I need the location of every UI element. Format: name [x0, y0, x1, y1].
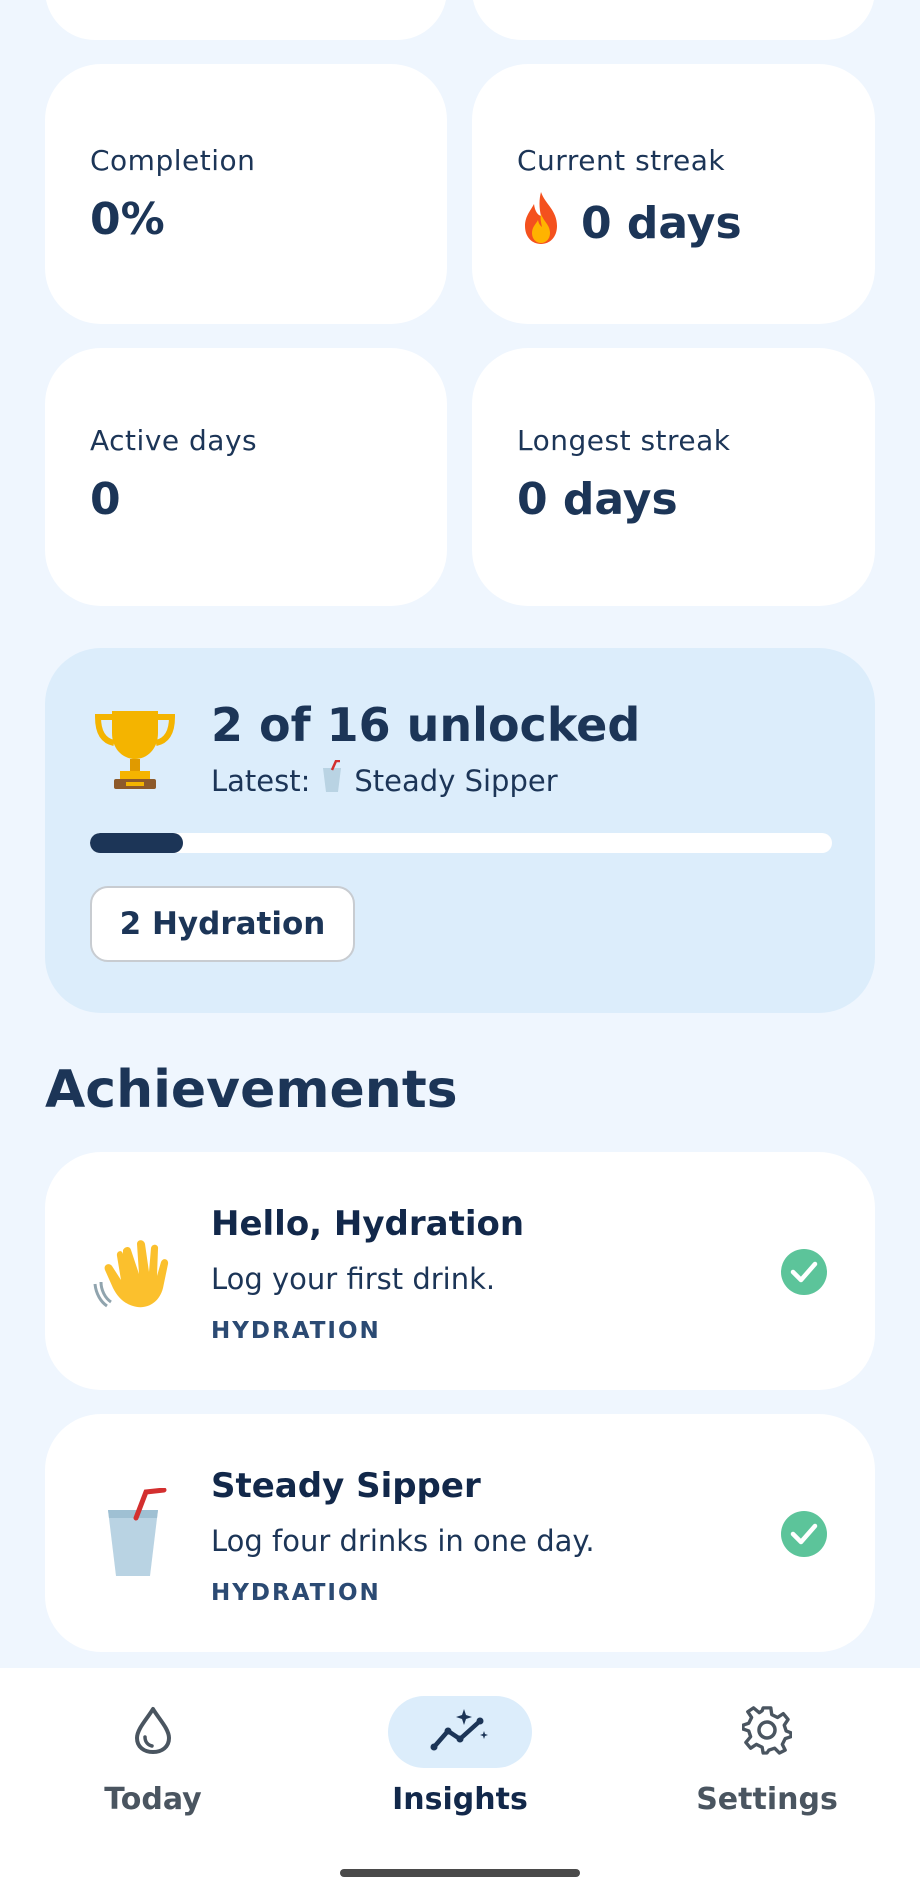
stat-card-longest-streak: Longest streak 0 days — [472, 348, 875, 606]
latest-prefix: Latest: — [211, 763, 311, 798]
cup-with-straw-icon — [320, 759, 344, 801]
nav-item-settings[interactable]: Settings — [667, 1696, 867, 1846]
nav-label-today: Today — [104, 1782, 202, 1817]
completion-label: Completion — [90, 144, 256, 177]
unlock-progress-fill — [90, 833, 183, 853]
waving-hand-icon — [90, 1222, 180, 1322]
longest-streak-label: Longest streak — [517, 424, 731, 457]
nav-item-insights[interactable]: Insights — [360, 1696, 560, 1846]
nav-item-today[interactable]: Today — [53, 1696, 253, 1846]
achievement-card-steady-sipper[interactable]: Steady Sipper Log four drinks in one day… — [45, 1414, 875, 1652]
gear-icon — [741, 1705, 793, 1759]
fire-icon — [517, 190, 565, 257]
water-drop-icon — [131, 1705, 175, 1759]
latest-achievement-row: Latest: Steady Sipper — [211, 759, 558, 801]
achievements-heading: Achievements — [45, 1060, 458, 1120]
latest-achievement-name: Steady Sipper — [354, 763, 558, 798]
stat-card-partial-left — [45, 0, 447, 40]
stat-card-partial-right — [472, 0, 875, 40]
completion-value: 0% — [90, 194, 165, 245]
nav-pill-today — [81, 1696, 225, 1768]
achievement-category: HYDRATION — [211, 1318, 381, 1344]
insights-chart-icon — [428, 1707, 492, 1757]
current-streak-value: 0 days — [581, 198, 742, 249]
achievement-card-hello-hydration[interactable]: Hello, Hydration Log your first drink. H… — [45, 1152, 875, 1390]
achievement-description: Log your first drink. — [211, 1262, 496, 1296]
check-circle-icon — [781, 1511, 827, 1557]
current-streak-label: Current streak — [517, 144, 726, 177]
unlocked-count-title: 2 of 16 unlocked — [211, 698, 641, 752]
home-indicator[interactable] — [340, 1869, 580, 1877]
achievement-title: Hello, Hydration — [211, 1204, 525, 1244]
unlock-progress-bar — [90, 833, 832, 853]
nav-label-settings: Settings — [696, 1782, 838, 1817]
bottom-navigation: Today Insights Settings — [0, 1668, 920, 1901]
current-streak-value-row: 0 days — [517, 190, 742, 257]
achievement-category: HYDRATION — [211, 1580, 381, 1606]
achievement-title: Steady Sipper — [211, 1466, 481, 1506]
achievement-description: Log four drinks in one day. — [211, 1524, 595, 1558]
stat-card-completion: Completion 0% — [45, 64, 447, 324]
longest-streak-value: 0 days — [517, 474, 678, 525]
nav-label-insights: Insights — [392, 1782, 528, 1817]
category-chip-hydration[interactable]: 2 Hydration — [90, 886, 355, 962]
nav-pill-insights — [388, 1696, 532, 1768]
stat-card-active-days: Active days 0 — [45, 348, 447, 606]
trophy-icon — [90, 703, 180, 797]
cup-with-straw-icon — [90, 1484, 180, 1584]
active-days-value: 0 — [90, 474, 121, 525]
stat-card-current-streak: Current streak 0 days — [472, 64, 875, 324]
nav-pill-settings — [695, 1696, 839, 1768]
active-days-label: Active days — [90, 424, 258, 457]
check-circle-icon — [781, 1249, 827, 1295]
achievement-summary-panel[interactable]: 2 of 16 unlocked Latest: Steady Sipper 2… — [45, 648, 875, 1013]
